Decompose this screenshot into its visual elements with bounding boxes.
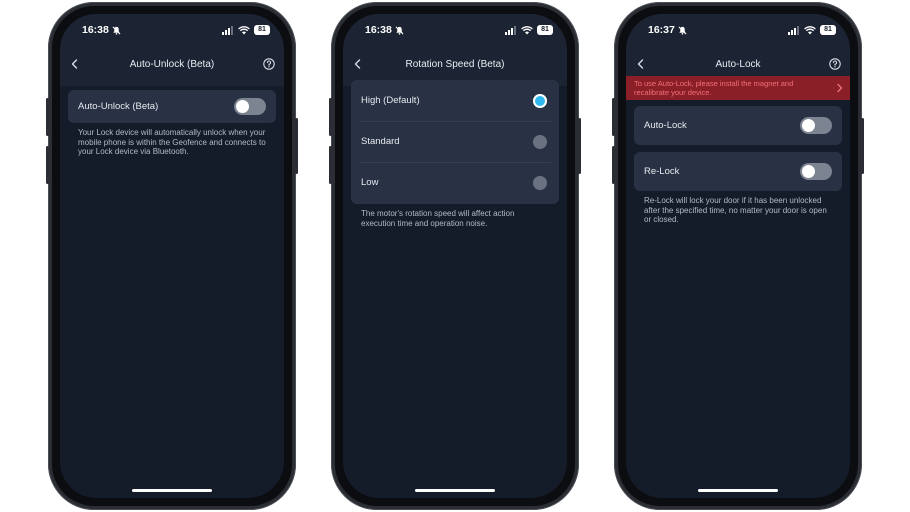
back-chevron-icon[interactable]: [351, 57, 365, 71]
screen-auto-lock: 16:37 81 Auto-Lock To use Auto-Lock, ple…: [626, 14, 850, 498]
option-label: High (Default): [361, 95, 420, 106]
re-lock-row[interactable]: Re-Lock: [634, 152, 842, 191]
status-time: 16:37: [648, 24, 675, 36]
radio-unselected-icon[interactable]: [533, 176, 547, 190]
phone-frame-2: 16:38 81 Rotation Speed (Beta) High (Def…: [329, 2, 581, 510]
back-chevron-icon[interactable]: [68, 57, 82, 71]
page-title: Auto-Unlock (Beta): [129, 58, 215, 70]
radio-unselected-icon[interactable]: [533, 135, 547, 149]
nav-bar: Rotation Speed (Beta): [343, 54, 567, 74]
home-indicator[interactable]: [698, 489, 778, 492]
re-lock-label: Re-Lock: [644, 166, 680, 177]
bell-slash-icon: [678, 26, 687, 35]
home-indicator[interactable]: [415, 489, 495, 492]
warning-text: To use Auto-Lock, please install the mag…: [634, 79, 794, 97]
magnet-warning-banner[interactable]: To use Auto-Lock, please install the mag…: [626, 76, 850, 100]
nav-bar: Auto-Lock: [626, 54, 850, 74]
status-bar: 16:37 81: [648, 23, 836, 37]
wifi-icon: [804, 25, 816, 34]
battery-icon: 81: [254, 25, 270, 35]
battery-icon: 81: [820, 25, 836, 35]
wifi-icon: [521, 25, 533, 34]
auto-lock-row[interactable]: Auto-Lock: [634, 106, 842, 145]
page-title: Auto-Lock: [715, 58, 761, 70]
status-time: 16:38: [365, 24, 392, 36]
auto-unlock-row[interactable]: Auto-Unlock (Beta): [68, 90, 276, 123]
screen-auto-unlock: 16:38 81 Auto-Unlock (Beta) Auto-Unlock …: [60, 14, 284, 498]
auto-lock-toggle[interactable]: [800, 117, 832, 134]
screen-rotation-speed: 16:38 81 Rotation Speed (Beta) High (Def…: [343, 14, 567, 498]
status-time: 16:38: [82, 24, 109, 36]
status-bar: 16:38 81: [365, 23, 553, 37]
cellular-signal-icon: [505, 25, 516, 35]
option-low[interactable]: Low: [351, 162, 559, 203]
re-lock-description: Re-Lock will lock your door if it has be…: [644, 196, 827, 225]
rotation-speed-description: The motor's rotation speed will affect a…: [361, 209, 515, 228]
auto-unlock-label: Auto-Unlock (Beta): [78, 101, 159, 112]
chevron-right-icon[interactable]: [835, 83, 844, 93]
option-label: Low: [361, 177, 379, 188]
option-standard[interactable]: Standard: [351, 121, 559, 162]
auto-unlock-toggle[interactable]: [234, 98, 266, 115]
radio-selected-icon[interactable]: [533, 94, 547, 108]
re-lock-toggle[interactable]: [800, 163, 832, 180]
back-chevron-icon[interactable]: [634, 57, 648, 71]
battery-icon: 81: [537, 25, 553, 35]
option-label: Standard: [361, 136, 400, 147]
bell-slash-icon: [112, 26, 121, 35]
cellular-signal-icon: [788, 25, 799, 35]
home-indicator[interactable]: [132, 489, 212, 492]
option-high[interactable]: High (Default): [351, 80, 559, 121]
auto-unlock-description: Your Lock device will automatically unlo…: [78, 128, 266, 157]
help-icon[interactable]: [828, 57, 842, 71]
wifi-icon: [238, 25, 250, 34]
rotation-speed-options: High (Default) Standard Low: [351, 80, 559, 204]
phone-frame-1: 16:38 81 Auto-Unlock (Beta) Auto-Unlock …: [46, 2, 298, 510]
status-bar: 16:38 81: [82, 23, 270, 37]
nav-bar: Auto-Unlock (Beta): [60, 54, 284, 74]
help-icon[interactable]: [262, 57, 276, 71]
phone-frame-3: 16:37 81 Auto-Lock To use Auto-Lock, ple…: [612, 2, 864, 510]
bell-slash-icon: [395, 26, 404, 35]
auto-lock-label: Auto-Lock: [644, 120, 687, 131]
page-title: Rotation Speed (Beta): [405, 58, 505, 70]
cellular-signal-icon: [222, 25, 233, 35]
